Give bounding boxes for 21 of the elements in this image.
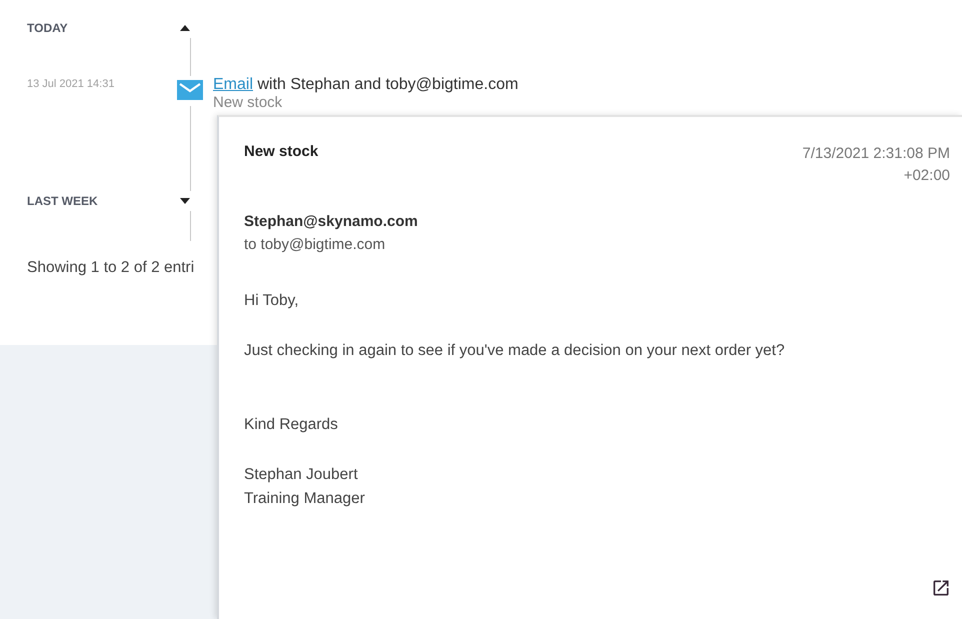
email-date: 7/13/2021 2:31:08 PM [802,144,950,164]
email-timezone: +02:00 [904,166,950,186]
email-body-line: Just checking in again to see if you've made a decision on your next order yet? [244,341,786,361]
email-body-line: Training Manager [244,489,366,509]
group-heading: TODAY [27,21,69,35]
email-body-line: Hi Toby, [244,291,300,311]
open-external-icon[interactable] [931,578,951,598]
group-heading: LAST WEEK [27,194,99,208]
entry-subject: New stock [213,94,284,111]
entry-title: Email with Stephan and toby@bigtime.com [213,76,518,94]
envelope-icon [177,80,203,100]
email-subject: New stock [244,143,318,160]
email-body-line: Kind Regards [244,415,339,435]
entry-date: 13 Jul 2021 14:31 [27,77,116,90]
email-link[interactable]: Email [213,76,254,93]
caret-icon[interactable] [180,25,190,31]
email-sender: Stephan@skynamo.com [244,213,419,230]
caret-icon[interactable] [180,198,190,204]
entries-count: Showing 1 to 2 of 2 entri [27,259,194,277]
email-recipient: to toby@bigtime.com [244,236,386,253]
email-body-line: Stephan Joubert [244,465,359,485]
